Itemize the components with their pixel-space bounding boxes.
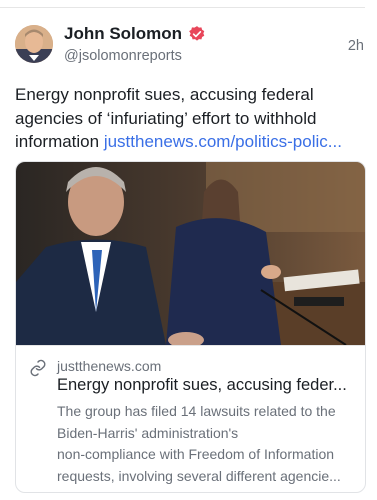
link-icon (30, 359, 46, 377)
author-handle[interactable]: @jsolomonreports (64, 48, 182, 64)
article-image (16, 162, 365, 345)
description-line: requests, involving several different ag… (57, 467, 341, 484)
avatar[interactable] (15, 25, 53, 63)
card-description: The group has filed 14 lawsuits related … (57, 401, 359, 487)
avatar-image (15, 25, 53, 63)
card-title[interactable]: Energy nonprofit sues, accusing feder... (57, 376, 357, 395)
post-link[interactable]: justthenews.com/politics-polic... (104, 132, 342, 151)
author-name[interactable]: John Solomon (64, 24, 182, 44)
verified-badge-icon (189, 26, 205, 41)
description-line: Biden-Harris' administration's (57, 424, 239, 441)
card-body: justthenews.com Energy nonprofit sues, a… (16, 345, 365, 492)
post-time[interactable]: 2h (348, 38, 364, 54)
description-line: The group has filed 14 lawsuits related … (57, 403, 336, 419)
post-text: Energy nonprofit sues, accusing federal … (15, 83, 365, 154)
card-domain: justthenews.com (57, 358, 162, 374)
description-line: non-compliance with Freedom of Informati… (57, 446, 335, 462)
link-preview-card[interactable]: justthenews.com Energy nonprofit sues, a… (15, 161, 366, 493)
top-divider (0, 7, 365, 8)
